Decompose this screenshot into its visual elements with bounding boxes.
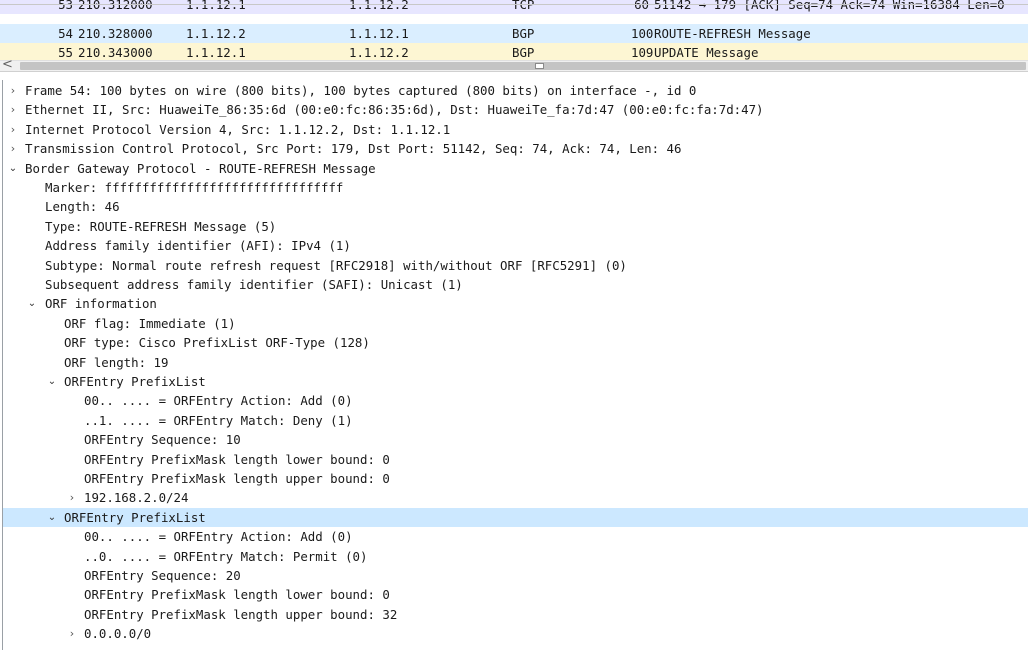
field-text: Address family identifier (AFI): IPv4 (1… — [45, 238, 351, 254]
tree-item-label: Transmission Control Protocol, Src Port:… — [25, 141, 682, 157]
field-text: ORFEntry PrefixMask length lower bound: … — [84, 587, 390, 603]
tree-item-label: Frame 54: 100 bytes on wire (800 bits), … — [25, 83, 697, 98]
field-text: Marker: ffffffffffffffffffffffffffffffff — [45, 180, 344, 195]
field-text: ORFEntry Sequence: 10 — [84, 432, 241, 448]
tree-field-orf-lower-bound[interactable]: ORFEntry PrefixMask length lower bound: … — [3, 450, 1028, 469]
field-text: 0.0.0.0/0 — [84, 626, 152, 642]
packet-info: UPDATE Message — [654, 45, 759, 60]
field-text: ..1. .... = ORFEntry Match: Deny (1) — [84, 412, 353, 428]
field-text: Length: 46 — [45, 199, 120, 215]
field-text: 192.168.2.0/24 — [84, 490, 189, 506]
tree-field-afi[interactable]: Address family identifier (AFI): IPv4 (1… — [3, 236, 1028, 255]
chevron-right-icon[interactable]: › — [7, 139, 19, 158]
tree-field-orf-action[interactable]: 00.. .... = ORFEntry Action: Add (0) — [3, 391, 1028, 410]
field-text: ..0. .... = ORFEntry Match: Permit (0) — [84, 548, 368, 564]
tree-item-ethernet[interactable]: › Ethernet II, Src: HuaweiTe_86:35:6d (0… — [3, 100, 1028, 119]
packet-details-tree: › Frame 54: 100 bytes on wire (800 bits)… — [2, 80, 1028, 650]
tree-field-orf-type[interactable]: ORF type: Cisco PrefixList ORF-Type (128… — [3, 333, 1028, 352]
field-text: ORFEntry PrefixMask length lower bound: … — [84, 451, 390, 467]
packet-destination: 1.1.12.2 — [349, 45, 409, 60]
packet-protocol: TCP — [512, 0, 535, 12]
pane-splitter-handle[interactable] — [535, 63, 544, 69]
tree-item-tcp[interactable]: › Transmission Control Protocol, Src Por… — [3, 139, 1028, 158]
field-text: Type: ROUTE-REFRESH Message (5) — [45, 218, 277, 234]
field-text: ORFEntry PrefixMask length upper bound: … — [84, 606, 398, 622]
packet-row[interactable]: 55 210.343000 1.1.12.1 1.1.12.2 BGP 109 … — [0, 43, 1028, 60]
packet-destination: 1.1.12.1 — [349, 26, 409, 41]
tree-field-type[interactable]: Type: ROUTE-REFRESH Message (5) — [3, 217, 1028, 236]
chevron-right-icon[interactable]: › — [7, 81, 19, 100]
packet-source: 1.1.12.1 — [186, 45, 246, 60]
packet-length: 60 — [634, 0, 649, 12]
tree-item-orf-entry-selected[interactable]: ⌄ ORFEntry PrefixList — [3, 507, 1028, 528]
horizontal-scrollbar[interactable]: < — [0, 58, 1028, 72]
tree-field-orf-match[interactable]: ..0. .... = ORFEntry Match: Permit (0) — [3, 547, 1028, 566]
tree-field-orf-length[interactable]: ORF length: 19 — [3, 353, 1028, 372]
tree-field-orf-upper-bound[interactable]: ORFEntry PrefixMask length upper bound: … — [3, 605, 1028, 624]
scrollbar-thumb[interactable] — [20, 62, 1026, 70]
field-text: ORFEntry Sequence: 20 — [84, 568, 241, 583]
packet-info: ROUTE-REFRESH Message — [654, 26, 811, 41]
tree-field-subtype[interactable]: Subtype: Normal route refresh request [R… — [3, 256, 1028, 275]
packet-row-selected[interactable]: 54 210.328000 1.1.12.2 1.1.12.1 BGP 100 … — [0, 24, 1028, 43]
tree-field-orf-match[interactable]: ..1. .... = ORFEntry Match: Deny (1) — [3, 411, 1028, 430]
packet-no: 54 — [58, 26, 73, 41]
tree-item-orf-information[interactable]: ⌄ ORF information — [3, 294, 1028, 313]
field-text: ORFEntry PrefixList — [64, 374, 206, 389]
tree-field-orf-sequence[interactable]: ORFEntry Sequence: 10 — [3, 430, 1028, 449]
tree-item-prefix[interactable]: › 0.0.0.0/0 — [3, 624, 1028, 643]
chevron-right-icon[interactable]: › — [7, 120, 19, 139]
packet-time: 210.343000 — [78, 45, 153, 60]
tree-field-length[interactable]: Length: 46 — [3, 197, 1028, 216]
packet-no: 53 — [58, 0, 73, 12]
packet-info: 51142 → 179 [ACK] Seq=74 Ack=74 Win=1638… — [654, 0, 1005, 12]
packet-row[interactable]: 53 210.312000 1.1.12.1 1.1.12.2 TCP 60 5… — [0, 0, 1028, 14]
field-text: ORFEntry PrefixMask length upper bound: … — [84, 471, 390, 486]
chevron-down-icon[interactable]: ⌄ — [46, 508, 58, 527]
tree-item-label: Internet Protocol Version 4, Src: 1.1.12… — [25, 121, 451, 137]
packet-length: 100 — [631, 26, 654, 41]
chevron-down-icon[interactable]: ⌄ — [7, 159, 19, 178]
field-text: 00.. .... = ORFEntry Action: Add (0) — [84, 529, 353, 545]
tree-item-prefix[interactable]: › 192.168.2.0/24 — [3, 488, 1028, 507]
tree-item-label: Border Gateway Protocol - ROUTE-REFRESH … — [25, 160, 376, 176]
tree-field-orf-flag[interactable]: ORF flag: Immediate (1) — [3, 314, 1028, 333]
tree-item-orf-entry[interactable]: ⌄ ORFEntry PrefixList — [3, 372, 1028, 391]
chevron-right-icon[interactable]: › — [7, 100, 19, 119]
chevron-right-icon[interactable]: › — [66, 488, 78, 507]
tree-item-label: Ethernet II, Src: HuaweiTe_86:35:6d (00:… — [25, 102, 764, 118]
field-text: ORFEntry PrefixList — [64, 509, 206, 525]
chevron-right-icon[interactable]: › — [66, 624, 78, 643]
packet-time: 210.312000 — [78, 0, 153, 12]
field-text: 00.. .... = ORFEntry Action: Add (0) — [84, 393, 353, 409]
row-divider — [0, 4, 1028, 5]
tree-field-safi[interactable]: Subsequent address family identifier (SA… — [3, 275, 1028, 294]
tree-item-ip[interactable]: › Internet Protocol Version 4, Src: 1.1.… — [3, 120, 1028, 139]
tree-field-orf-upper-bound[interactable]: ORFEntry PrefixMask length upper bound: … — [3, 469, 1028, 488]
packet-time: 210.328000 — [78, 26, 153, 41]
tree-field-marker[interactable]: Marker: ffffffffffffffffffffffffffffffff — [3, 178, 1028, 197]
tree-field-orf-sequence[interactable]: ORFEntry Sequence: 20 — [3, 566, 1028, 585]
wireshark-window: 53 210.312000 1.1.12.1 1.1.12.2 TCP 60 5… — [0, 0, 1028, 650]
packet-list: 53 210.312000 1.1.12.1 1.1.12.2 TCP 60 5… — [0, 0, 1028, 60]
tree-field-orf-action[interactable]: 00.. .... = ORFEntry Action: Add (0) — [3, 527, 1028, 546]
packet-source: 1.1.12.1 — [186, 0, 246, 12]
field-text: ORF flag: Immediate (1) — [64, 315, 236, 331]
field-text: ORF type: Cisco PrefixList ORF-Type (128… — [64, 335, 370, 351]
packet-length: 109 — [631, 45, 654, 60]
scroll-left-arrow-icon[interactable]: < — [2, 58, 14, 71]
tree-item-frame[interactable]: › Frame 54: 100 bytes on wire (800 bits)… — [3, 81, 1028, 100]
tree-field-orf-lower-bound[interactable]: ORFEntry PrefixMask length lower bound: … — [3, 585, 1028, 604]
field-text: ORF information — [45, 296, 157, 312]
tree-item-bgp[interactable]: ⌄ Border Gateway Protocol - ROUTE-REFRES… — [3, 159, 1028, 178]
chevron-down-icon[interactable]: ⌄ — [46, 372, 58, 391]
packet-protocol: BGP — [512, 45, 535, 60]
field-text: Subtype: Normal route refresh request [R… — [45, 257, 627, 273]
field-text: ORF length: 19 — [64, 354, 169, 370]
field-text: Subsequent address family identifier (SA… — [45, 277, 463, 292]
packet-source: 1.1.12.2 — [186, 26, 246, 41]
chevron-down-icon[interactable]: ⌄ — [26, 294, 38, 313]
packet-destination: 1.1.12.2 — [349, 0, 409, 12]
packet-protocol: BGP — [512, 26, 535, 41]
